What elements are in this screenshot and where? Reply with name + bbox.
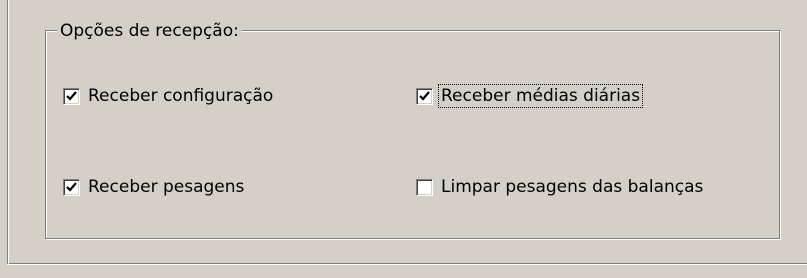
checkbox-receive-configuration[interactable]: Receber configuração <box>63 85 275 107</box>
checkmark-icon <box>419 90 430 101</box>
panel-edge <box>9 263 807 264</box>
checkbox-label: Receber pesagens <box>88 177 245 197</box>
checkbox-label: Limpar pesagens das balanças <box>441 177 704 197</box>
checkbox-clear-scale-weighings[interactable]: Limpar pesagens das balanças <box>416 176 705 198</box>
panel-edge <box>7 264 807 265</box>
checkbox-receive-daily-averages[interactable]: Receber médias diárias <box>416 84 644 108</box>
checkbox-box[interactable] <box>416 178 433 196</box>
groupbox-title: Opções de recepção: <box>57 21 242 41</box>
panel-edge <box>8 0 9 264</box>
reception-options-groupbox <box>45 30 780 239</box>
checkbox-label: Receber configuração <box>88 86 274 106</box>
checkbox-box[interactable] <box>63 178 80 196</box>
checkbox-receive-weighings[interactable]: Receber pesagens <box>63 176 246 198</box>
checkmark-icon <box>66 90 77 101</box>
checkbox-label: Receber médias diárias <box>437 84 644 108</box>
dialog-panel: Opções de recepção: Receber configuração… <box>0 0 807 278</box>
checkmark-icon <box>66 181 77 192</box>
checkbox-box[interactable] <box>63 87 80 105</box>
checkbox-box[interactable] <box>416 87 433 105</box>
